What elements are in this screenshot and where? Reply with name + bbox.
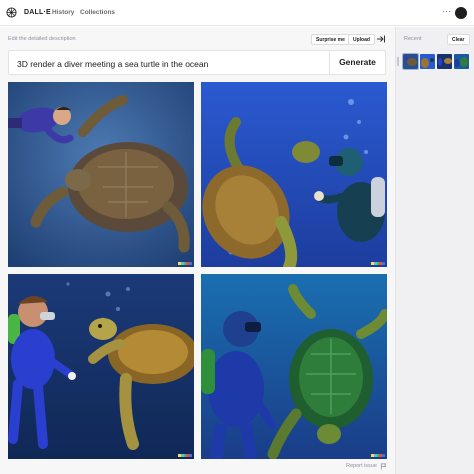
- more-horizontal-icon[interactable]: ···: [442, 8, 452, 16]
- result-image-1[interactable]: [8, 82, 194, 267]
- prompt-hint: Edit the detailed description: [8, 36, 76, 42]
- recent-label: Recent: [404, 36, 422, 42]
- result-image-3[interactable]: [8, 274, 194, 459]
- brand-name[interactable]: DALL·E: [24, 9, 51, 16]
- recent-thumbnail-1[interactable]: [402, 53, 419, 70]
- prompt-text[interactable]: 3D render a diver meeting a sea turtle i…: [17, 59, 208, 69]
- signature-mark: [371, 454, 385, 457]
- surprise-me-button[interactable]: Surprise me: [311, 34, 350, 45]
- prompt-input[interactable]: 3D render a diver meeting a sea turtle i…: [8, 50, 386, 75]
- recent-thumbnail-4[interactable]: [454, 54, 469, 69]
- report-issue-link[interactable]: Report issue: [346, 463, 377, 469]
- result-image-4[interactable]: [201, 274, 387, 459]
- upload-button[interactable]: Upload: [348, 34, 375, 45]
- signature-mark: [178, 262, 192, 265]
- dalle-logo-icon[interactable]: [6, 7, 17, 18]
- result-image-2[interactable]: [201, 82, 387, 267]
- signature-mark: [178, 454, 192, 457]
- nav-history-link[interactable]: History: [52, 9, 74, 16]
- main-panel: Edit the detailed description Surprise m…: [0, 27, 395, 474]
- recent-thumbnail-3[interactable]: [437, 54, 452, 69]
- sidebar-resize-handle[interactable]: [397, 57, 399, 66]
- recent-thumbnail-2[interactable]: [420, 54, 435, 69]
- top-nav: DALL·E History Collections ···: [0, 0, 474, 26]
- collapse-sidebar-icon[interactable]: [376, 34, 386, 44]
- recent-sidebar: Recent Clear: [395, 27, 474, 474]
- nav-collections-link[interactable]: Collections: [80, 9, 115, 16]
- clear-button[interactable]: Clear: [447, 34, 470, 45]
- signature-mark: [371, 262, 385, 265]
- avatar[interactable]: [455, 7, 467, 19]
- generate-button[interactable]: Generate: [330, 51, 385, 74]
- flag-icon[interactable]: [380, 463, 387, 470]
